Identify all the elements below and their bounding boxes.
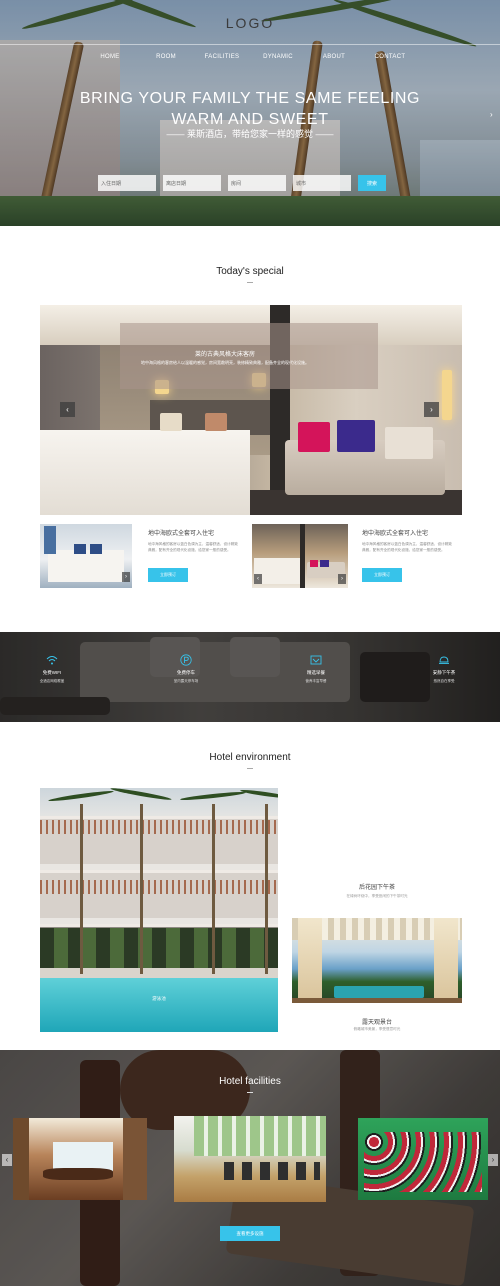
page: LOGO HOME ROOM FACILITIES DYNAMIC ABOUT … — [0, 0, 500, 1286]
city-field[interactable]: 城市 — [293, 175, 351, 191]
pergola-image — [292, 918, 462, 1003]
nav-about[interactable]: ABOUT — [306, 54, 362, 60]
hero-title: BRING YOUR FAMILY THE SAME FEELING WARM … — [79, 90, 421, 128]
view-more-facilities-button[interactable]: 查看更多设施 — [220, 1226, 280, 1241]
special-card: › 地中海欧式全套可入住宅 地中海风格的客房以蓝白色调为主，温馨舒适，设计精致典… — [40, 524, 250, 594]
env-item2-title: 露天观景台 — [361, 1020, 392, 1026]
poker-chips — [364, 1132, 482, 1192]
card-image: › — [40, 524, 132, 588]
wifi-icon — [46, 654, 58, 666]
nav-contact[interactable]: CONTACT — [362, 54, 418, 60]
special-card: ‹ › 地中海欧式全套可入住宅 地中海风格的客房以蓝白色调为主，温馨舒适，设计精… — [252, 524, 462, 594]
card-title: 地中海欧式全套可入住宅 — [362, 531, 429, 537]
env-item1-desc: 在绿树环绕中，享受悠闲的下午茶时光 — [346, 894, 408, 898]
slide-prev-button[interactable]: ‹ — [60, 402, 75, 417]
nav-room[interactable]: ROOM — [138, 54, 194, 60]
swimming-pool — [40, 978, 278, 1032]
hero-subtitle: —— 莱斯酒店，带给您家一样的感觉 —— — [166, 129, 334, 139]
section-title-facilities: Hotel facilities — [219, 1076, 281, 1087]
bed — [40, 430, 250, 515]
slide-caption-title: 莱的古典风格大床客房 — [194, 352, 255, 358]
main-nav: HOME ROOM FACILITIES DYNAMIC ABOUT CONTA… — [0, 54, 500, 60]
book-now-button[interactable]: 立即预订 — [148, 568, 188, 582]
chevron-right-icon[interactable]: › — [490, 110, 496, 120]
tea-icon — [438, 654, 450, 666]
checkout-date-field[interactable]: 离店日期 — [163, 175, 221, 191]
card-title: 地中海欧式全套可入住宅 — [148, 531, 215, 537]
env-item1-title: 后花园下午茶 — [358, 885, 395, 891]
card-next-icon[interactable]: › — [122, 572, 130, 582]
card-prev-icon[interactable]: ‹ — [254, 574, 262, 584]
treadmills — [224, 1162, 320, 1180]
search-button[interactable]: 搜索 — [358, 175, 386, 191]
feature-parking: 免费停车 室内露天停车场 — [151, 654, 221, 684]
facility-image-dining[interactable] — [13, 1118, 147, 1200]
book-now-button[interactable]: 立即预订 — [362, 568, 402, 582]
card-description: 地中海风格的客房以蓝白色调为主，温馨舒适，设计精致典雅，配有齐全的现代化设施，给… — [362, 542, 452, 552]
nav-home[interactable]: HOME — [82, 54, 138, 60]
feature-tea: 安静下午茶 悠然自在享受 — [409, 654, 479, 684]
card-description: 地中海风格的客房以蓝白色调为主，温馨舒适，设计精致典雅，配有齐全的现代化设施，给… — [148, 542, 238, 552]
facilities-next-button[interactable]: › — [488, 1154, 498, 1166]
floor-lamp — [442, 370, 452, 420]
nav-facilities[interactable]: FACILITIES — [194, 54, 250, 60]
pool-image: 游泳池 — [40, 788, 278, 1032]
slide-next-button[interactable]: › — [424, 402, 439, 417]
nav-dynamic[interactable]: DYNAMIC — [250, 54, 306, 60]
pool-caption: 游泳池 — [152, 996, 166, 1001]
feature-wifi: 免费WIFI 全酒店网络覆盖 — [17, 654, 87, 684]
parking-icon — [180, 654, 192, 666]
card-image: ‹ › — [252, 524, 348, 588]
facility-image-gym[interactable] — [174, 1116, 326, 1202]
env-item2-desc: 俯瞰城市美景，享受惬意时光 — [353, 1027, 401, 1031]
card-next-icon[interactable]: › — [338, 574, 346, 584]
facilities-prev-button[interactable]: ‹ — [2, 1154, 12, 1166]
section-title-environment: Hotel environment — [209, 752, 291, 763]
room-field[interactable]: 房间 — [228, 175, 286, 191]
feature-breakfast: 精选早餐 营养丰富早餐 — [281, 654, 351, 684]
section-title-special: Today's special — [216, 266, 284, 277]
breakfast-icon — [310, 654, 322, 666]
booking-search-bar: 入住日期 离店日期 房间 城市 搜索 — [98, 175, 386, 191]
outdoor-sofa — [334, 986, 424, 998]
checkin-date-field[interactable]: 入住日期 — [98, 175, 156, 191]
facility-image-casino[interactable] — [358, 1118, 488, 1200]
special-slide-image — [40, 305, 462, 515]
hero-banner: LOGO HOME ROOM FACILITIES DYNAMIC ABOUT … — [0, 0, 500, 226]
site-logo[interactable]: LOGO — [0, 15, 500, 31]
slide-caption-text: 地中海风格的客房给人以温暖的感觉，房间宽敞明亮，装修精致典雅，配备齐全的现代化设… — [141, 360, 309, 365]
